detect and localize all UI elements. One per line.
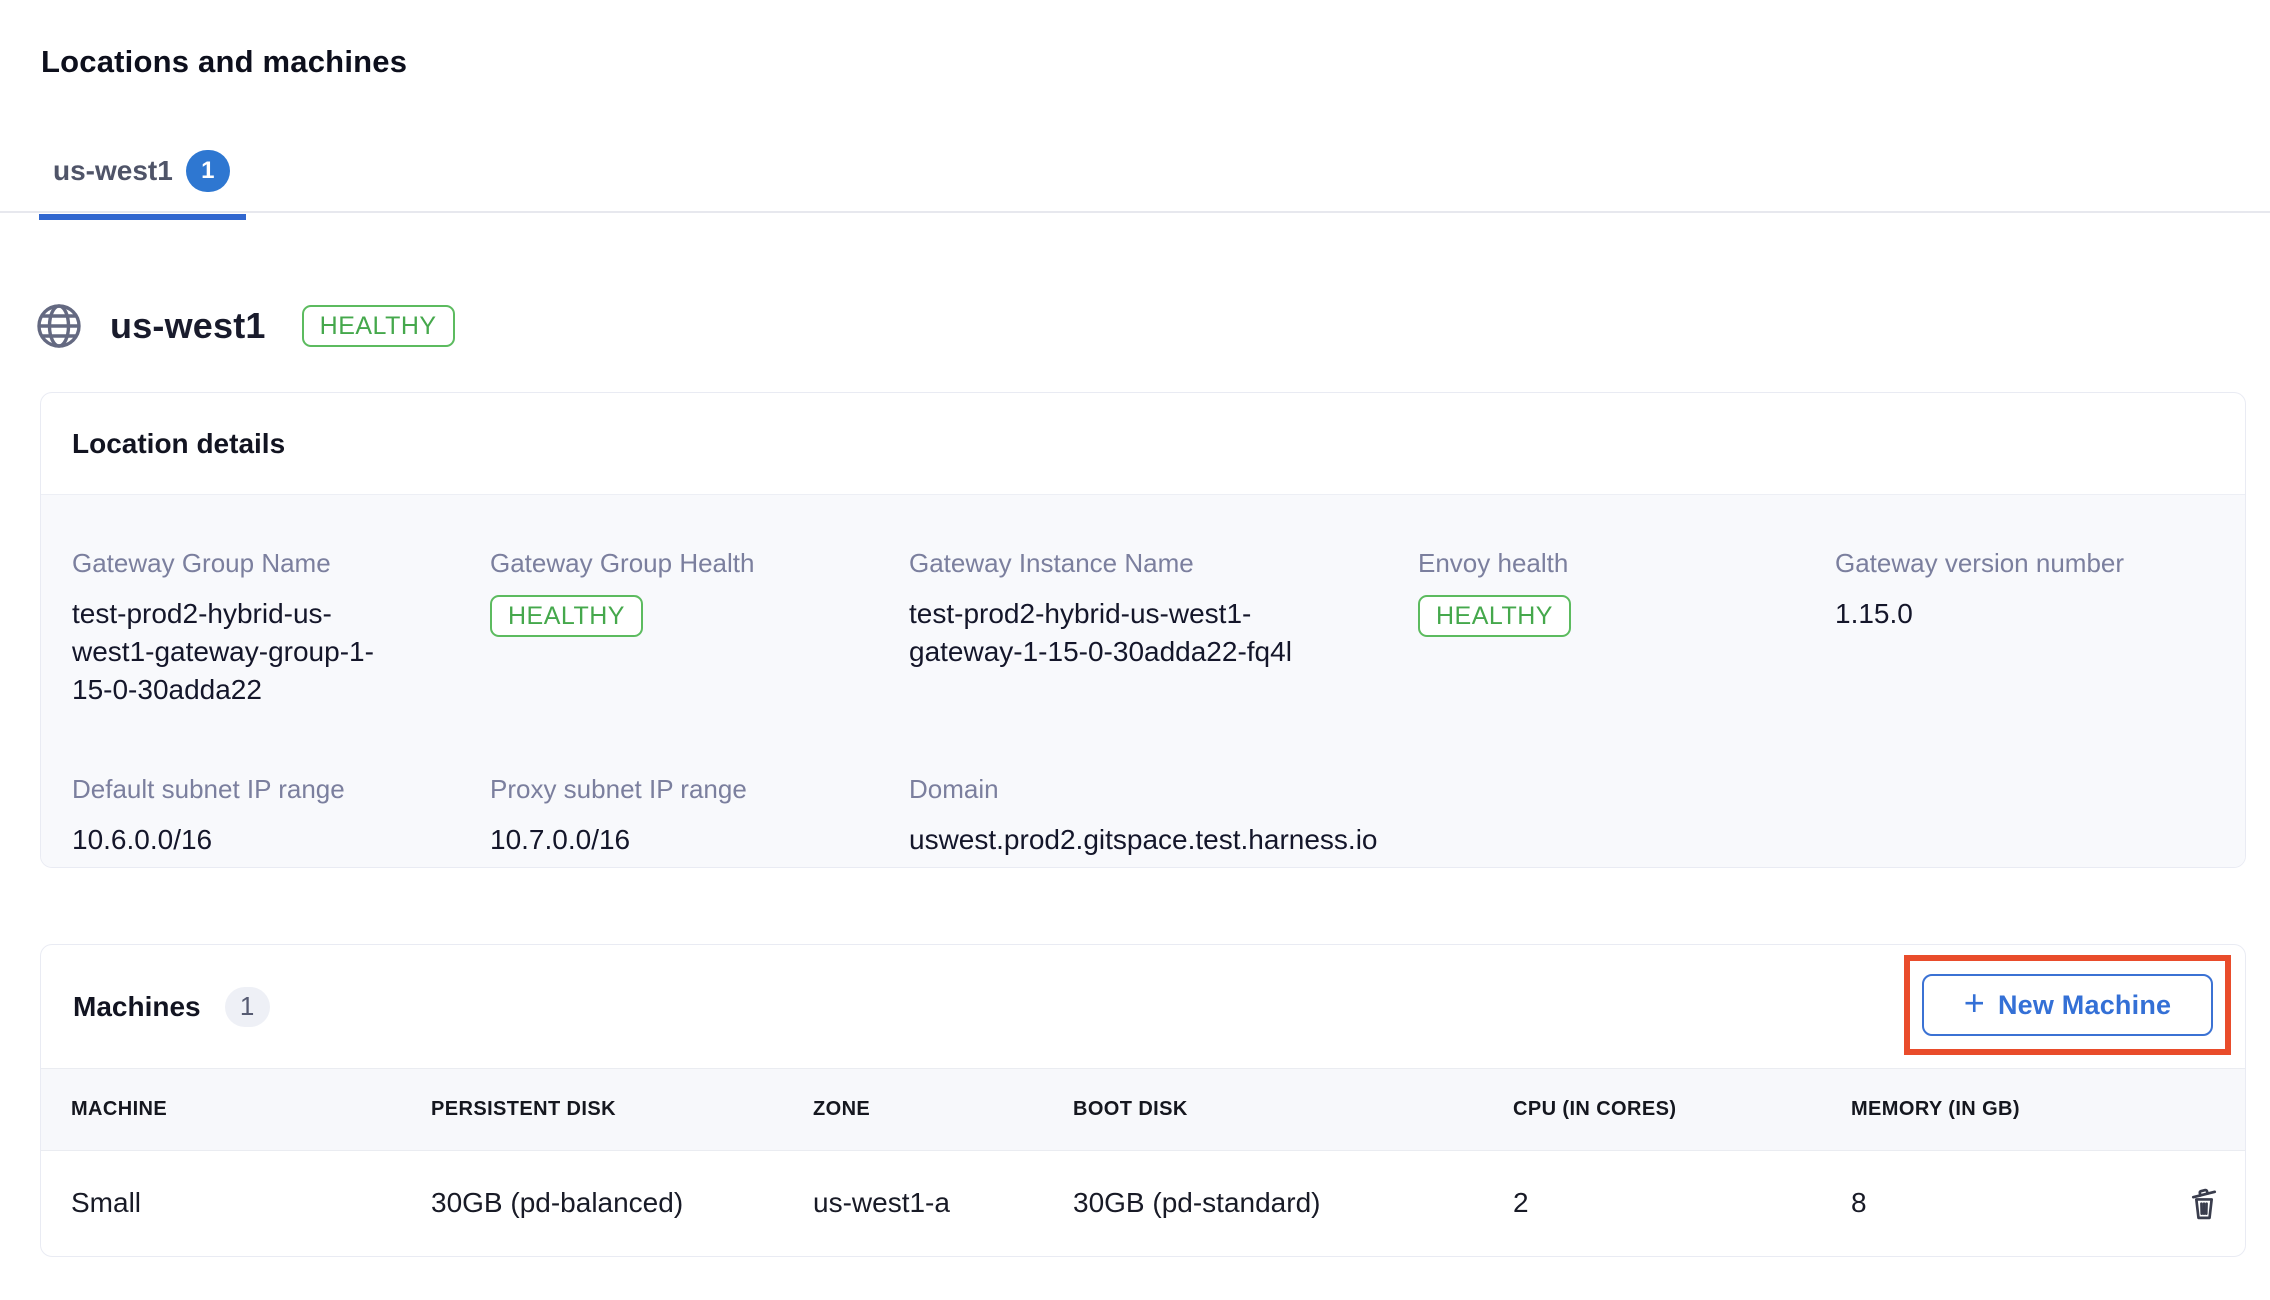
field-gateway-group-health: Gateway Group Health HEALTHY <box>490 547 909 709</box>
field-label: Default subnet IP range <box>72 773 490 805</box>
locations-and-machines-page: Locations and machines us-west1 1 us-wes… <box>0 0 2270 1300</box>
col-boot-disk: BOOT DISK <box>1073 1098 1513 1121</box>
trash-icon <box>2187 1184 2221 1222</box>
annotation-highlight-box: + New Machine <box>1904 955 2231 1055</box>
tab-label: us-west1 <box>53 154 173 188</box>
machines-header: Machines 1 + New Machine <box>41 945 2245 1068</box>
machines-table-header: MACHINE PERSISTENT DISK ZONE BOOT DISK C… <box>41 1068 2245 1151</box>
machine-name: Small <box>71 1187 431 1219</box>
field-value: 1.15.0 <box>1835 595 2214 633</box>
field-default-subnet: Default subnet IP range 10.6.0.0/16 <box>72 773 490 859</box>
plus-icon: + <box>1964 988 1985 1018</box>
machine-boot-disk: 30GB (pd-standard) <box>1073 1187 1513 1219</box>
col-zone: ZONE <box>813 1098 1073 1121</box>
field-label: Proxy subnet IP range <box>490 773 909 805</box>
field-label: Gateway Group Name <box>72 547 490 579</box>
field-value: uswest.prod2.gitspace.test.harness.io <box>909 821 2214 859</box>
field-value: 10.7.0.0/16 <box>490 821 909 859</box>
new-machine-button[interactable]: + New Machine <box>1922 974 2213 1036</box>
field-gateway-instance-name: Gateway Instance Name test-prod2-hybrid-… <box>909 547 1418 709</box>
machines-card: Machines 1 + New Machine MACHINE PERSIST… <box>40 944 2246 1257</box>
col-cpu: CPU (IN CORES) <box>1513 1098 1851 1121</box>
field-envoy-health: Envoy health HEALTHY <box>1418 547 1835 709</box>
tab-count-badge: 1 <box>186 150 230 192</box>
field-label: Envoy health <box>1418 547 1835 579</box>
tab-us-west1[interactable]: us-west1 1 <box>39 150 246 220</box>
col-memory: MEMORY (IN GB) <box>1851 1098 2177 1121</box>
location-details-title: Location details <box>41 393 2245 494</box>
col-persistent-disk: PERSISTENT DISK <box>431 1098 813 1121</box>
field-value: 10.6.0.0/16 <box>72 821 490 859</box>
field-label: Gateway Group Health <box>490 547 909 579</box>
location-header: us-west1 HEALTHY <box>35 302 455 350</box>
envoy-health-badge: HEALTHY <box>1418 595 1571 637</box>
machines-count-badge: 1 <box>225 987 270 1027</box>
machine-persistent-disk: 30GB (pd-balanced) <box>431 1187 813 1219</box>
field-label: Domain <box>909 773 2214 805</box>
page-title: Locations and machines <box>41 44 407 80</box>
location-name: us-west1 <box>110 305 266 347</box>
col-machine: MACHINE <box>71 1098 431 1121</box>
location-details-card: Location details Gateway Group Name test… <box>40 392 2246 868</box>
location-status-badge: HEALTHY <box>302 305 455 347</box>
field-value: test-prod2-hybrid-us-west1-gateway-1-15-… <box>909 595 1345 671</box>
field-value: test-prod2-hybrid-us-west1-gateway-group… <box>72 595 384 709</box>
field-domain: Domain uswest.prod2.gitspace.test.harnes… <box>909 773 2214 859</box>
field-gateway-version: Gateway version number 1.15.0 <box>1835 547 2214 709</box>
tab-bar-divider <box>0 211 2270 213</box>
delete-machine-button[interactable] <box>2187 1184 2221 1222</box>
machine-zone: us-west1-a <box>813 1187 1073 1219</box>
field-label: Gateway version number <box>1835 547 2214 579</box>
machine-memory: 8 <box>1851 1187 2177 1219</box>
field-label: Gateway Instance Name <box>909 547 1418 579</box>
globe-icon <box>35 302 83 350</box>
machine-cpu: 2 <box>1513 1187 1851 1219</box>
field-gateway-group-name: Gateway Group Name test-prod2-hybrid-us-… <box>72 547 490 709</box>
field-proxy-subnet: Proxy subnet IP range 10.7.0.0/16 <box>490 773 909 859</box>
new-machine-label: New Machine <box>1998 990 2171 1021</box>
gateway-group-health-badge: HEALTHY <box>490 595 643 637</box>
machine-table-row: Small 30GB (pd-balanced) us-west1-a 30GB… <box>41 1151 2245 1255</box>
machines-title: Machines <box>73 991 201 1023</box>
location-details-body: Gateway Group Name test-prod2-hybrid-us-… <box>41 494 2245 867</box>
